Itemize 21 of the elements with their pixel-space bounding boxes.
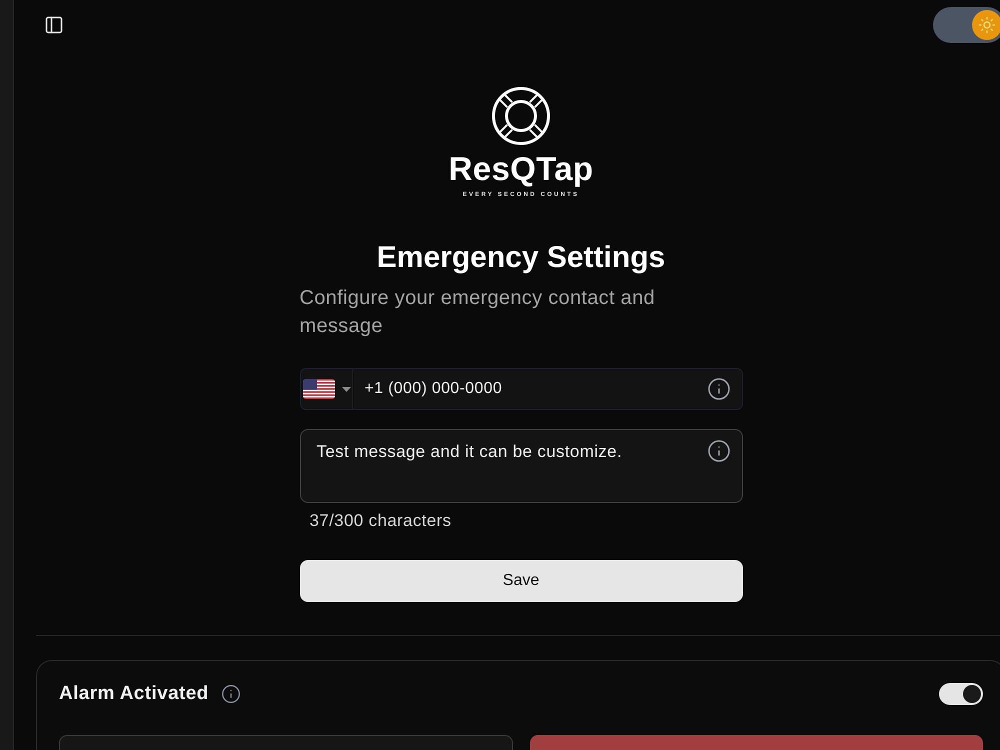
message-text: Test message and it can be customize.	[316, 441, 624, 463]
alarm-label: Alarm Activated	[59, 682, 209, 706]
page-title: Emergency Settings	[376, 240, 666, 276]
flag-icon	[302, 379, 334, 399]
sidebar-toggle-icon[interactable]	[44, 15, 64, 35]
info-icon[interactable]	[220, 684, 241, 704]
info-icon[interactable]	[706, 439, 730, 463]
country-select[interactable]	[300, 369, 352, 409]
alarm-switch[interactable]	[939, 683, 983, 705]
page-subtitle: Configure your emergency contact and message	[300, 286, 656, 339]
sun-icon	[972, 10, 1000, 40]
info-icon[interactable]	[706, 377, 730, 401]
message-textarea[interactable]: Test message and it can be customize.	[300, 429, 742, 503]
logo-wordmark: ResQTap	[448, 150, 594, 188]
phone-input-field[interactable]: +1 (000) 000-0000	[300, 368, 742, 410]
character-count: 37/300 characters	[310, 510, 452, 532]
phone-number-text: +1 (000) 000-0000	[364, 379, 504, 399]
save-button[interactable]: Save	[300, 560, 742, 602]
lifebuoy-logo-icon	[491, 86, 551, 146]
caret-icon	[342, 386, 350, 392]
theme-toggle[interactable]	[933, 7, 1000, 43]
